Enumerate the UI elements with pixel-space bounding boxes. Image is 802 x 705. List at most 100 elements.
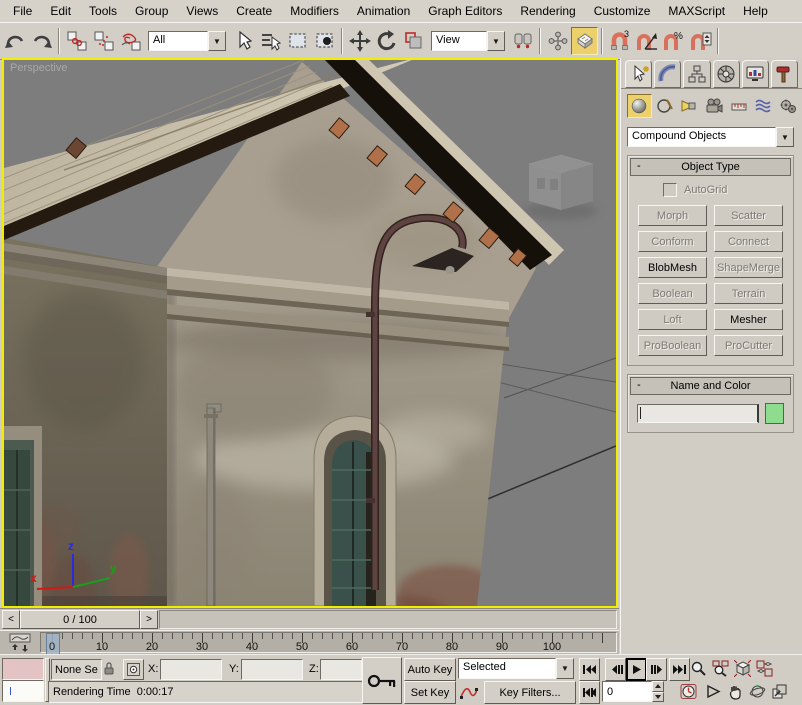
use-center-icon[interactable]: [509, 27, 536, 55]
window-crossing-icon[interactable]: [311, 27, 338, 55]
menu-maxscript[interactable]: MAXScript: [659, 1, 734, 21]
y-coordinate-field[interactable]: [241, 659, 303, 680]
object-name-input[interactable]: [637, 404, 759, 423]
current-frame-field[interactable]: 0: [602, 681, 652, 702]
key-filters-button[interactable]: Key Filters...: [484, 681, 576, 704]
category-systems-icon[interactable]: [776, 95, 799, 117]
select-object-icon[interactable]: [230, 27, 257, 55]
category-dropdown[interactable]: Compound Objects ▼: [627, 127, 794, 147]
tab-display[interactable]: [742, 60, 769, 88]
chevron-down-icon[interactable]: ▼: [487, 31, 505, 51]
maxscript-mini-listener[interactable]: [2, 680, 44, 702]
key-mode-toggle-button[interactable]: [579, 681, 600, 704]
pan-hand-icon[interactable]: [725, 681, 745, 702]
key-mode-dropdown[interactable]: Selected ▼: [458, 658, 574, 679]
tab-hierarchy[interactable]: [683, 60, 710, 88]
snaps-toggle-3d-icon[interactable]: 3: [606, 27, 633, 55]
play-animation-button[interactable]: [626, 658, 647, 681]
menu-help[interactable]: Help: [734, 1, 777, 21]
menu-group[interactable]: Group: [126, 1, 177, 21]
zoom-all-icon[interactable]: [710, 658, 730, 679]
redo-icon[interactable]: [28, 27, 55, 55]
category-lights-icon[interactable]: [678, 95, 701, 117]
menu-rendering[interactable]: Rendering: [511, 1, 584, 21]
menu-customize[interactable]: Customize: [585, 1, 660, 21]
maximize-viewport-toggle-icon[interactable]: [769, 681, 789, 702]
menu-create[interactable]: Create: [227, 1, 281, 21]
menu-graph-editors[interactable]: Graph Editors: [419, 1, 511, 21]
object-type-rollout-header[interactable]: - Object Type: [630, 158, 791, 176]
bind-to-space-warp-icon[interactable]: [117, 27, 144, 55]
open-mini-curve-editor-icon[interactable]: [0, 631, 40, 654]
tab-motion[interactable]: [713, 60, 740, 88]
select-by-name-icon[interactable]: [257, 27, 284, 55]
menu-edit[interactable]: Edit: [41, 1, 80, 21]
select-and-link-icon[interactable]: [63, 27, 90, 55]
viewport-label[interactable]: Perspective: [10, 62, 67, 74]
menu-views[interactable]: Views: [177, 1, 227, 21]
track-bar-ruler[interactable]: 0 10 20 30 40 50 60 70 80 90 100: [40, 632, 617, 653]
tab-utilities[interactable]: [771, 60, 798, 88]
rectangular-selection-icon[interactable]: [284, 27, 311, 55]
macro-recorder-pane[interactable]: [2, 658, 44, 680]
set-keys-button[interactable]: [362, 657, 402, 704]
time-slider-thumb[interactable]: 0 / 100: [20, 610, 140, 629]
menu-file[interactable]: File: [4, 1, 41, 21]
field-of-view-icon[interactable]: [703, 681, 723, 702]
chevron-down-icon[interactable]: ▼: [556, 658, 574, 679]
set-key-button[interactable]: Set Key: [404, 681, 456, 704]
arc-rotate-icon[interactable]: [747, 681, 767, 702]
category-shapes-icon[interactable]: [654, 95, 677, 117]
selection-filter-dropdown[interactable]: All ▼: [148, 31, 226, 51]
unlink-selection-icon[interactable]: [90, 27, 117, 55]
chevron-down-icon[interactable]: ▼: [208, 31, 226, 51]
x-coordinate-field[interactable]: [160, 659, 222, 680]
spinner-snap-toggle-icon[interactable]: [687, 27, 714, 55]
name-and-color-rollout-header[interactable]: - Name and Color: [630, 377, 791, 395]
tab-create[interactable]: [625, 60, 652, 88]
next-frame-arrow[interactable]: >: [140, 610, 158, 629]
zoom-extents-icon[interactable]: [732, 658, 752, 679]
time-slider-track[interactable]: [159, 610, 617, 629]
mesher-button[interactable]: Mesher: [714, 309, 783, 330]
category-cameras-icon[interactable]: [703, 95, 726, 117]
zoom-extents-all-icon[interactable]: [754, 658, 774, 679]
percent-snap-toggle-icon[interactable]: %: [660, 27, 687, 55]
undo-icon[interactable]: [1, 27, 28, 55]
selection-lock-icon[interactable]: [100, 659, 118, 678]
key-mode-value[interactable]: Selected: [458, 658, 556, 679]
select-and-move-icon[interactable]: [346, 27, 373, 55]
absolute-offset-toggle-icon[interactable]: [123, 659, 144, 680]
blobmesh-button[interactable]: BlobMesh: [638, 257, 707, 278]
tab-modify[interactable]: [654, 60, 681, 88]
default-tangent-icon[interactable]: [457, 681, 481, 702]
menu-tools[interactable]: Tools: [80, 1, 126, 21]
previous-frame-button[interactable]: [605, 658, 626, 681]
select-and-scale-icon[interactable]: [400, 27, 427, 55]
go-to-end-button[interactable]: [669, 658, 690, 681]
category-space-warps-icon[interactable]: [752, 95, 775, 117]
frame-spinner[interactable]: [652, 681, 664, 702]
coordinate-system-value[interactable]: View: [431, 31, 487, 51]
selection-filter-value[interactable]: All: [148, 31, 208, 51]
category-dropdown-value[interactable]: Compound Objects: [627, 127, 776, 147]
angle-snap-toggle-icon[interactable]: [633, 27, 660, 55]
time-configuration-icon[interactable]: [678, 681, 698, 702]
previous-frame-arrow[interactable]: <: [2, 610, 20, 629]
chevron-down-icon[interactable]: ▼: [776, 127, 794, 147]
next-frame-button[interactable]: [646, 658, 667, 681]
category-geometry-icon[interactable]: [627, 94, 652, 118]
zoom-icon[interactable]: [688, 658, 708, 679]
menu-animation[interactable]: Animation: [348, 1, 419, 21]
z-coordinate-field[interactable]: [320, 659, 362, 680]
auto-key-button[interactable]: Auto Key: [404, 658, 456, 681]
go-to-start-button[interactable]: [579, 658, 600, 681]
viewport-perspective[interactable]: z x y Perspective: [2, 58, 618, 608]
select-and-rotate-icon[interactable]: [373, 27, 400, 55]
select-and-manipulate-icon[interactable]: [544, 27, 571, 55]
menu-modifiers[interactable]: Modifiers: [281, 1, 348, 21]
category-helpers-icon[interactable]: [727, 95, 750, 117]
keyboard-shortcut-override-toggle[interactable]: [571, 27, 598, 55]
object-color-swatch[interactable]: [765, 403, 784, 424]
coordinate-system-dropdown[interactable]: View ▼: [431, 31, 505, 51]
